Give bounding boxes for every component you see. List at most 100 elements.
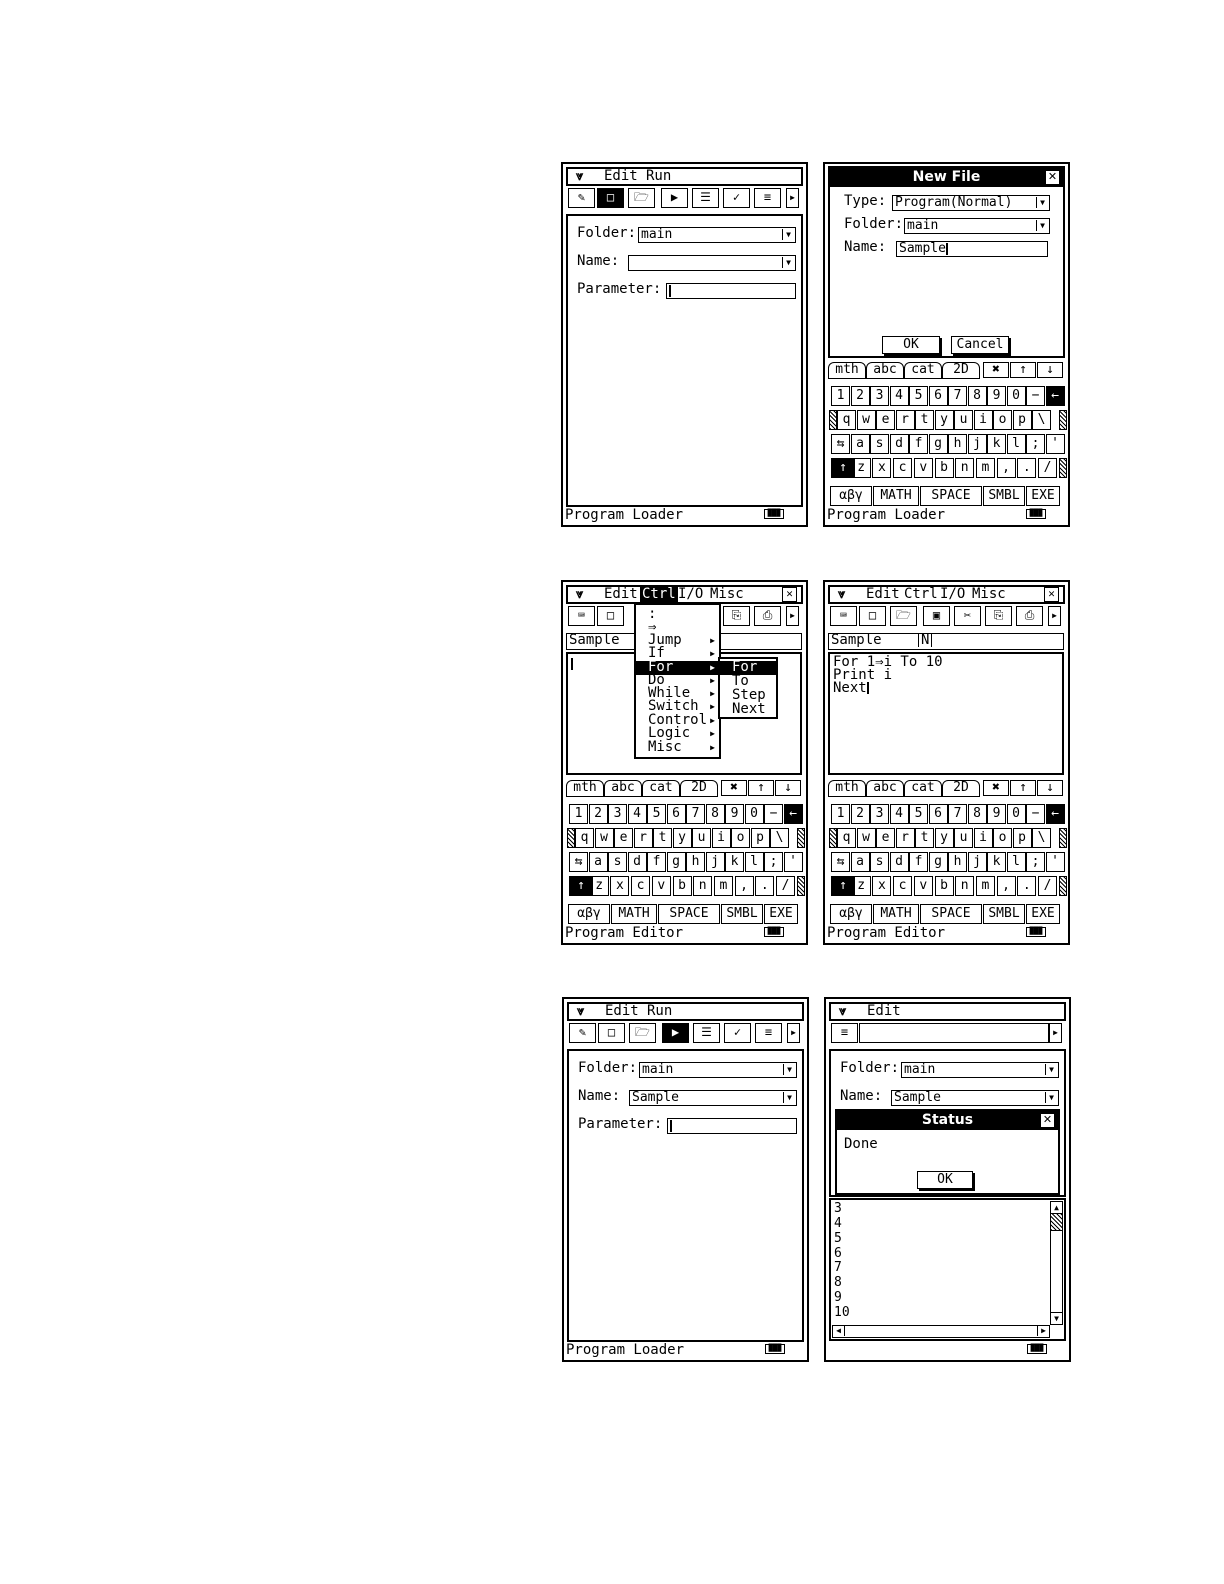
key-w[interactable]: w (856, 828, 876, 848)
name-input[interactable]: Sample (896, 241, 1048, 257)
open-folder-icon[interactable]: 🗁 (890, 606, 917, 626)
key-space[interactable]: SPACE (920, 486, 982, 506)
key-greek[interactable]: αβγ (568, 904, 610, 924)
key-z[interactable]: z (851, 876, 871, 896)
key-5[interactable]: 5 (647, 804, 666, 824)
key-s[interactable]: s (870, 852, 889, 872)
key-w[interactable]: w (594, 828, 614, 848)
menu-io[interactable]: I/O (678, 587, 703, 602)
key-smbl[interactable]: SMBL (721, 904, 763, 924)
key-w[interactable]: w (856, 410, 876, 430)
key-e[interactable]: e (614, 828, 633, 848)
key-smbl[interactable]: SMBL (983, 486, 1025, 506)
key-backspace-icon[interactable]: ← (783, 804, 803, 824)
name-select[interactable]: Sample ▼ (629, 1090, 797, 1106)
shift-up-icon[interactable]: ↑ (1010, 362, 1036, 378)
key-k[interactable]: k (987, 852, 1006, 872)
key-f[interactable]: f (909, 434, 928, 454)
key-5[interactable]: 5 (909, 804, 928, 824)
paste-icon[interactable]: ⎙ (754, 606, 781, 626)
key-semicolon[interactable]: ; (764, 852, 783, 872)
key-l[interactable]: l (1006, 434, 1026, 454)
key-c[interactable]: c (893, 876, 913, 896)
tab-abc[interactable]: abc (866, 780, 904, 797)
tab-2d[interactable]: 2D (942, 362, 980, 379)
key-minus[interactable]: − (1026, 386, 1045, 406)
key-f[interactable]: f (909, 852, 928, 872)
key-r[interactable]: r (895, 828, 915, 848)
tab-abc[interactable]: abc (866, 362, 904, 379)
key-1[interactable]: 1 (569, 804, 588, 824)
tab-abc[interactable]: abc (604, 780, 642, 797)
key-backslash[interactable]: \ (1032, 410, 1051, 430)
key-b[interactable]: b (934, 458, 954, 478)
key-9[interactable]: 9 (987, 804, 1006, 824)
menu-io[interactable]: I/O (940, 587, 965, 602)
shift-down-icon[interactable]: ↓ (1037, 780, 1063, 796)
folder-select[interactable]: main ▼ (638, 227, 796, 243)
vertical-scrollbar[interactable]: ▲ ▼ (1050, 1201, 1063, 1325)
tab-mth[interactable]: mth (566, 780, 604, 797)
key-i[interactable]: i (973, 828, 993, 848)
key-h[interactable]: h (948, 852, 967, 872)
shift-up-icon[interactable]: ↑ (1010, 780, 1036, 796)
chevron-down-icon[interactable]: ▼ (1036, 197, 1048, 208)
key-backslash[interactable]: \ (770, 828, 789, 848)
key-n[interactable]: n (955, 876, 975, 896)
folder-select[interactable]: main ▼ (901, 1062, 1059, 1078)
close-icon[interactable]: ✕ (1040, 1113, 1055, 1128)
key-y[interactable]: y (934, 828, 954, 848)
open-folder-icon[interactable]: 🗁 (629, 1023, 656, 1043)
key-2[interactable]: 2 (850, 804, 870, 824)
key-semicolon[interactable]: ; (1026, 434, 1045, 454)
key-j[interactable]: j (967, 852, 987, 872)
key-smbl[interactable]: SMBL (983, 904, 1025, 924)
cut-icon[interactable]: ✂ (954, 606, 981, 626)
chevron-down-icon[interactable]: ▼ (782, 229, 794, 240)
key-y[interactable]: y (934, 410, 954, 430)
key-u[interactable]: u (954, 410, 973, 430)
key-u[interactable]: u (692, 828, 711, 848)
key-k[interactable]: k (725, 852, 744, 872)
key-b[interactable]: b (934, 876, 954, 896)
key-backslash[interactable]: \ (1032, 828, 1051, 848)
text-icon[interactable]: ☰ (692, 188, 719, 208)
key-5[interactable]: 5 (909, 386, 928, 406)
key-n[interactable]: n (955, 458, 975, 478)
key-greek[interactable]: αβγ (830, 904, 872, 924)
run-icon[interactable]: ▶ (662, 1023, 689, 1043)
key-s[interactable]: s (870, 434, 889, 454)
menu-misc[interactable]: Misc (972, 587, 1006, 602)
scroll-down-icon[interactable]: ▼ (1051, 1312, 1062, 1324)
menu-item-misc[interactable]: Misc ▶ (636, 740, 719, 755)
key-apostrophe[interactable]: ' (783, 852, 803, 872)
key-a[interactable]: a (850, 852, 870, 872)
close-icon[interactable]: ✕ (1044, 587, 1059, 602)
key-f[interactable]: f (647, 852, 666, 872)
key-q[interactable]: q (837, 828, 856, 848)
toolbar-scroll-right-icon[interactable]: ▸ (786, 606, 799, 626)
key-7[interactable]: 7 (948, 386, 967, 406)
shift-up-icon[interactable]: ↑ (748, 780, 774, 796)
key-x[interactable]: x (610, 876, 630, 896)
name-select[interactable]: Sample ▼ (891, 1090, 1059, 1106)
delete-key-icon[interactable]: ✖ (983, 362, 1009, 378)
tab-cat[interactable]: cat (904, 780, 942, 797)
key-o[interactable]: o (731, 828, 750, 848)
check-icon[interactable]: ✓ (724, 1023, 751, 1043)
menu-chevron-icon[interactable]: ⩔ (576, 169, 583, 184)
toolbar-scroll-right-icon[interactable]: ▸ (1049, 1023, 1062, 1043)
key-o[interactable]: o (993, 828, 1012, 848)
key-0[interactable]: 0 (744, 804, 764, 824)
toolbar-scroll-right-icon[interactable]: ▸ (786, 188, 799, 208)
key-g[interactable]: g (666, 852, 686, 872)
key-d[interactable]: d (889, 434, 909, 454)
key-t[interactable]: t (915, 828, 934, 848)
key-r[interactable]: r (895, 410, 915, 430)
key-o[interactable]: o (993, 410, 1012, 430)
key-slash[interactable]: / (776, 876, 795, 896)
key-math[interactable]: MATH (873, 486, 919, 506)
toolbar-scroll-right-icon[interactable]: ▸ (1048, 606, 1061, 626)
folder-select[interactable]: main ▼ (904, 218, 1050, 234)
key-slash[interactable]: / (1038, 876, 1057, 896)
